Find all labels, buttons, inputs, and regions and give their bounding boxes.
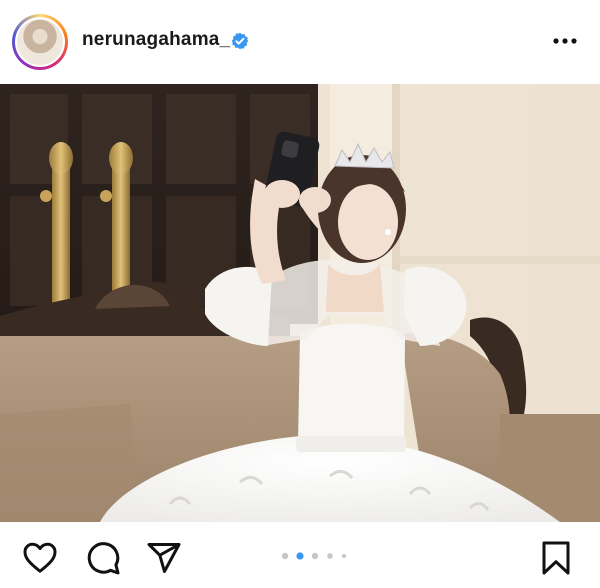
- comment-icon[interactable]: [85, 540, 121, 576]
- avatar[interactable]: [15, 17, 65, 67]
- username[interactable]: nerunagahama_: [82, 29, 230, 51]
- photo-illustration: [0, 84, 600, 522]
- verified-badge-icon: [231, 32, 249, 50]
- carousel-indicator: [281, 552, 346, 560]
- carousel-dot: [311, 552, 319, 560]
- carousel-dot-active: [296, 552, 304, 560]
- share-icon[interactable]: [146, 540, 182, 576]
- story-ring[interactable]: [12, 14, 68, 70]
- carousel-dot: [281, 552, 289, 560]
- more-options-icon[interactable]: [550, 28, 580, 54]
- avatar-image: [17, 19, 63, 65]
- carousel-dot: [342, 554, 346, 558]
- carousel-dot: [327, 553, 333, 559]
- post-photo[interactable]: [0, 84, 600, 522]
- heart-icon[interactable]: [22, 540, 58, 574]
- post-header: nerunagahama_: [0, 0, 600, 84]
- bookmark-icon[interactable]: [540, 540, 572, 576]
